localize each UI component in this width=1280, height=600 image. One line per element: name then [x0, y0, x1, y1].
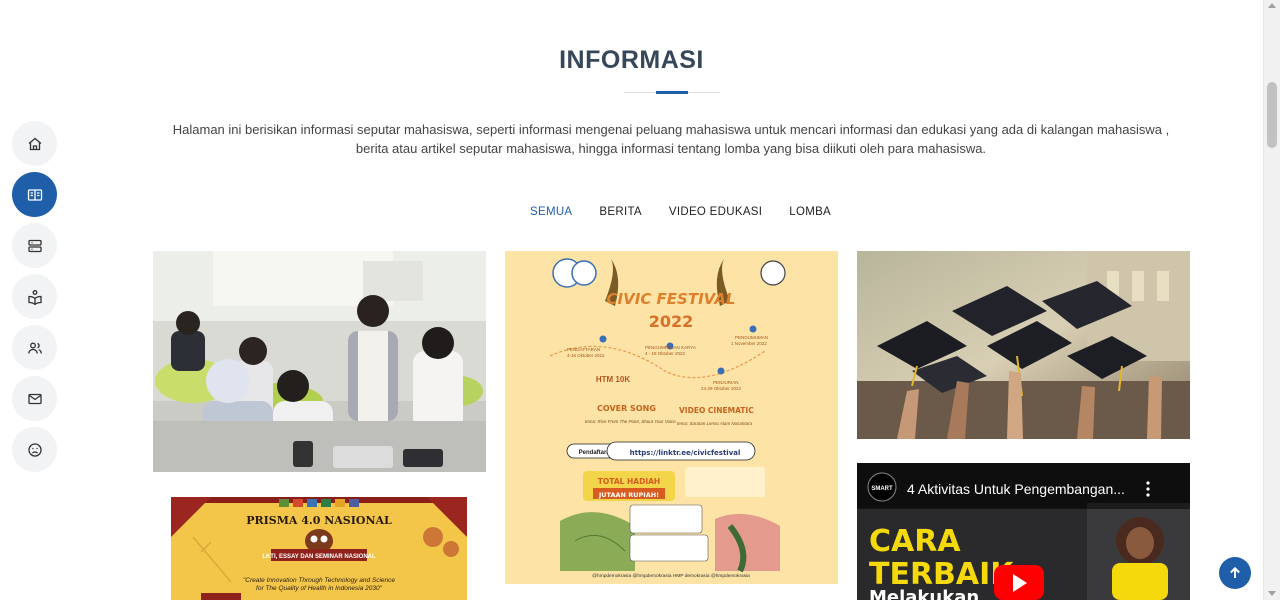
nav-face-button[interactable]: [12, 427, 57, 472]
youtube-play-icon: [994, 565, 1044, 600]
video-overlay-line1: CARA: [869, 524, 961, 559]
section-title: INFORMASI: [559, 46, 704, 74]
civic-hadiah-line1: TOTAL HADIAH: [598, 477, 660, 486]
classroom-photo: [153, 251, 486, 472]
filter-tabs: SEMUA BERITA VIDEO EDUKASI LOMBA: [530, 206, 831, 218]
scroll-thumb[interactable]: [1267, 82, 1277, 148]
section-description-line1: Halaman ini berisikan informasi seputar …: [172, 122, 1170, 137]
arrow-up-icon: [1230, 566, 1240, 578]
nav-server-button[interactable]: [12, 223, 57, 268]
card-graduation-photo[interactable]: [857, 251, 1190, 439]
people-icon: [27, 342, 42, 354]
page-scrollbar[interactable]: [1263, 0, 1280, 600]
civic-cover-song: COVER SONG: [597, 404, 656, 413]
graduation-photo: [857, 251, 1190, 439]
section-description-line2: berita atau artikel seputar mahasiswa, h…: [355, 141, 987, 156]
section-description: Halaman ini berisikan informasi seputar …: [150, 120, 1192, 158]
prisma-tagline-line1: "Create Innovation Through Technology an…: [243, 577, 395, 584]
civic-htm: HTM 10K: [596, 375, 630, 384]
filter-berita[interactable]: BERITA: [599, 206, 641, 218]
video-overlay-line3: Melakukan: [869, 587, 979, 600]
prisma-poster: PRISMA 4.0 NASIONAL LKTI, ESSAY DAN SEMI…: [171, 497, 467, 600]
civic-penjurian-date: 24-29 Oktober 2022: [701, 386, 742, 391]
civic-video-cinematic-theme: tema: Saratan Lenso Alam Nusantara: [677, 421, 753, 426]
reading-icon: [27, 289, 42, 305]
civic-footer: @hmpdemokrasia @hmpdemokrasia HMP demokr…: [592, 573, 750, 579]
face-icon: [27, 442, 42, 457]
sidebar-nav: [12, 121, 57, 478]
card-video-embed[interactable]: SMART 4 Aktivitas Untuk Pengembangan... …: [857, 463, 1190, 600]
civic-hadiah-line2: JUTAAN RUPIAH!: [598, 491, 659, 499]
nav-mail-button[interactable]: [12, 376, 57, 421]
civic-penjurian: PENJURIAN: [713, 380, 739, 385]
video-channel-name: SMART: [871, 486, 893, 492]
prisma-subtitle: LKTI, ESSAY DAN SEMINAR NASIONAL: [262, 554, 376, 560]
card-civic-festival-poster[interactable]: CIVIC FESTIVAL 2022 PENDAFTARAN 4-16 Okt…: [505, 251, 838, 584]
civic-video-cinematic: VIDEO CINEMATIC: [679, 406, 754, 415]
filter-lomba[interactable]: LOMBA: [789, 206, 831, 218]
home-icon: [28, 137, 41, 150]
filter-video-edukasi[interactable]: VIDEO EDUKASI: [669, 206, 762, 218]
civic-pengumuman: PENGUMUMAN: [735, 335, 768, 340]
mail-icon: [27, 393, 42, 404]
prisma-title: PRISMA 4.0 NASIONAL: [246, 514, 392, 527]
video-title: 4 Aktivitas Untuk Pengembangan...: [907, 481, 1125, 497]
civic-cover-song-theme: tema: Rise From The Point, Shout Your Vo…: [585, 419, 676, 424]
civic-pengumuman-date: 1 November 2022: [731, 341, 767, 346]
civic-pengumpulan: PENGUMPULAN KARYA: [645, 345, 696, 350]
civic-pendaftaran: PENDAFTARAN: [567, 347, 600, 352]
scroll-up-arrow[interactable]: [1268, 3, 1276, 8]
book-open-icon: [27, 188, 42, 201]
civic-pengumpulan-date: 4 - 18 Oktober 2022: [645, 351, 686, 356]
card-classroom-photo[interactable]: [153, 251, 486, 472]
nav-informasi-button[interactable]: [12, 172, 57, 217]
video-thumbnail: SMART 4 Aktivitas Untuk Pengembangan... …: [857, 463, 1190, 600]
card-prisma-poster[interactable]: PRISMA 4.0 NASIONAL LKTI, ESSAY DAN SEMI…: [171, 497, 467, 600]
civic-pendaftaran-date: 4-16 Oktober 2022: [567, 353, 605, 358]
nav-people-button[interactable]: [12, 325, 57, 370]
civic-title-line1: CIVIC FESTIVAL: [607, 290, 736, 308]
nav-reading-button[interactable]: [12, 274, 57, 319]
civic-festival-poster: CIVIC FESTIVAL 2022 PENDAFTARAN 4-16 Okt…: [505, 251, 838, 584]
server-icon: [27, 239, 42, 252]
filter-semua[interactable]: SEMUA: [530, 206, 572, 218]
title-divider-accent: [656, 91, 688, 94]
civic-title-line2: 2022: [649, 312, 694, 331]
prisma-tagline-line2: for The Quality of Health in Indonesia 2…: [256, 585, 383, 592]
scroll-down-arrow[interactable]: [1268, 591, 1276, 596]
nav-home-button[interactable]: [12, 121, 57, 166]
civic-link: https://linktr.ee/civicfestival: [630, 449, 741, 457]
back-to-top-button[interactable]: [1219, 557, 1251, 589]
